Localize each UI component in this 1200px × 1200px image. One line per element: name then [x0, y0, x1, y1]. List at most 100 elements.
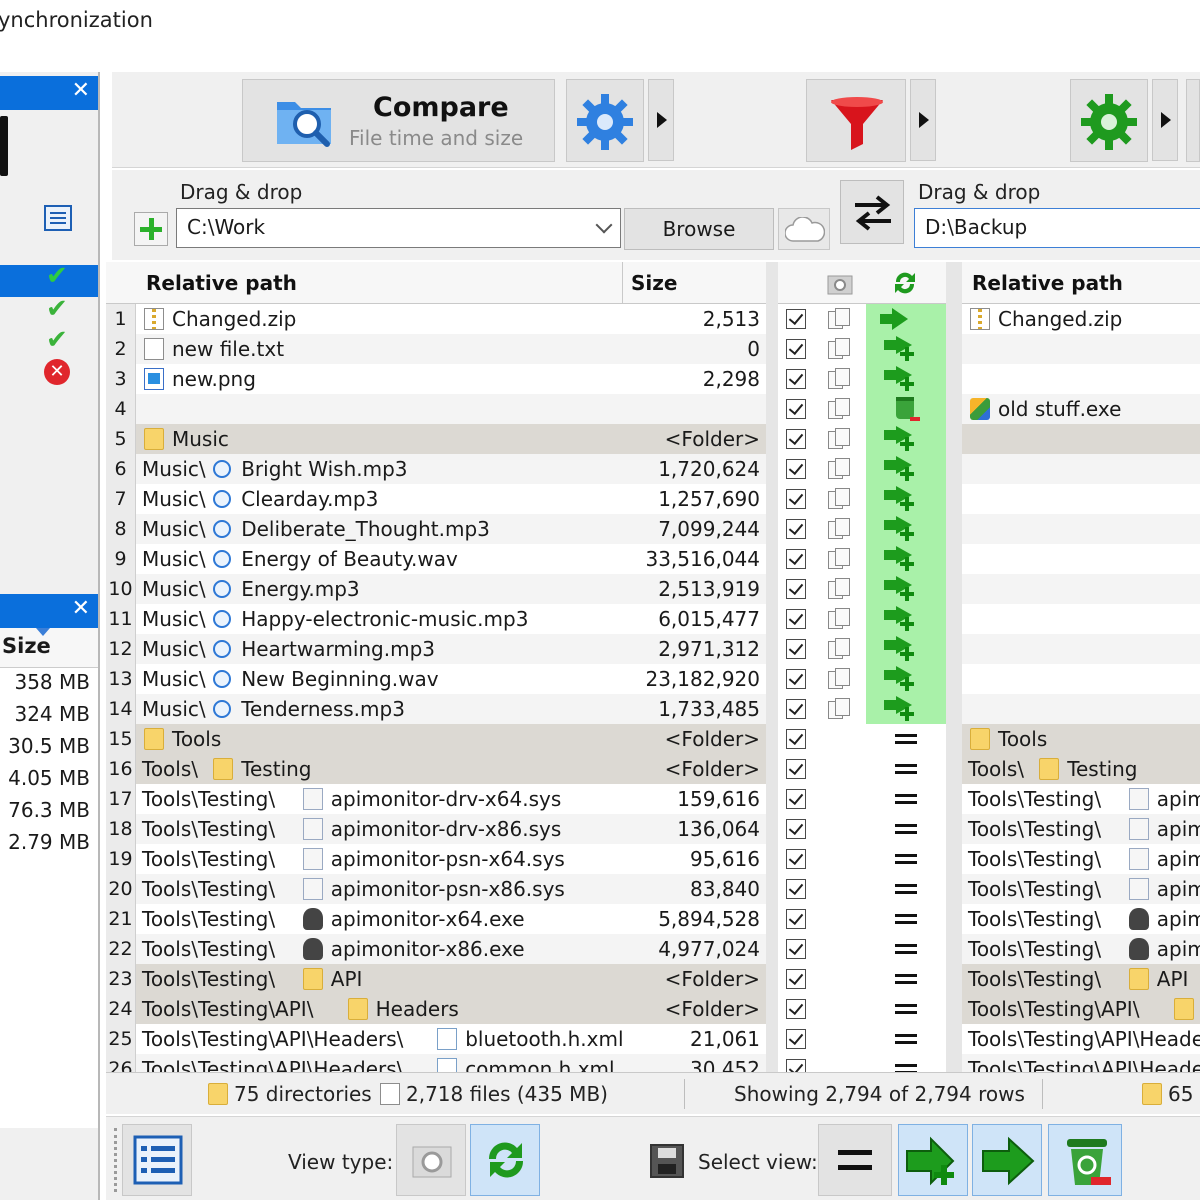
select-delete-button[interactable] — [1048, 1124, 1122, 1196]
sync-action-cell[interactable] — [866, 454, 946, 484]
select-update-button[interactable] — [972, 1124, 1042, 1196]
include-checkbox[interactable] — [786, 339, 806, 359]
table-row[interactable]: Tools — [962, 724, 1200, 754]
table-row[interactable]: Changed.zip — [962, 304, 1200, 334]
table-row[interactable]: 19 Tools\Testing\ apimonitor-psn-x64.sys 95… — [106, 844, 766, 874]
include-checkbox[interactable] — [786, 699, 806, 719]
include-checkbox[interactable] — [786, 549, 806, 569]
include-checkbox[interactable] — [786, 459, 806, 479]
table-row[interactable]: Tools\Testing\ apimo — [962, 784, 1200, 814]
table-row[interactable]: 15 Tools <Folder> — [106, 724, 766, 754]
include-checkbox[interactable] — [786, 669, 806, 689]
table-row[interactable]: Tools\Testing\ apimo — [962, 874, 1200, 904]
table-row[interactable]: 5 Music <Folder> — [106, 424, 766, 454]
table-row[interactable]: Tools\Testing\ apimo — [962, 844, 1200, 874]
include-checkbox[interactable] — [786, 609, 806, 629]
table-row[interactable] — [962, 694, 1200, 724]
sync-action-cell[interactable] — [866, 394, 946, 424]
table-row[interactable]: 8 Music\ Deliberate_Thought.mp3 7,099,244 — [106, 514, 766, 544]
table-row[interactable]: Tools\Testing\ apimo — [962, 934, 1200, 964]
sync-action-cell[interactable] — [866, 724, 946, 754]
include-checkbox[interactable] — [786, 909, 806, 929]
include-checkbox[interactable] — [786, 309, 806, 329]
view-config-button[interactable] — [122, 1124, 192, 1196]
table-row[interactable] — [962, 454, 1200, 484]
table-row[interactable]: 4 — [106, 394, 766, 424]
table-row[interactable] — [962, 424, 1200, 454]
include-checkbox[interactable] — [786, 369, 806, 389]
select-equal-button[interactable] — [818, 1124, 892, 1196]
compare-dropdown-button[interactable] — [648, 79, 674, 161]
include-checkbox[interactable] — [786, 1029, 806, 1049]
swap-sides-button[interactable] — [840, 180, 904, 244]
table-row[interactable]: 10 Music\ Energy.mp3 2,513,919 — [106, 574, 766, 604]
size-column-header[interactable]: Size — [0, 628, 98, 668]
include-checkbox[interactable] — [786, 759, 806, 779]
include-checkbox[interactable] — [786, 789, 806, 809]
compare-settings-button[interactable] — [566, 79, 644, 162]
list-view-icon[interactable] — [44, 205, 72, 231]
table-row[interactable]: 11 Music\ Happy-electronic-music.mp3 6,015,… — [106, 604, 766, 634]
table-row[interactable]: Tools\ Testing — [962, 754, 1200, 784]
table-row[interactable]: 1 Changed.zip 2,513 — [106, 304, 766, 334]
table-row[interactable] — [962, 364, 1200, 394]
cloud-button[interactable] — [778, 208, 830, 250]
sync-action-cell[interactable] — [866, 364, 946, 394]
column-header-relative-path-right[interactable]: Relative path — [972, 271, 1123, 295]
table-row[interactable]: 20 Tools\Testing\ apimonitor-psn-x86.sys 83… — [106, 874, 766, 904]
table-row[interactable]: 25 Tools\Testing\API\Headers\ bluetooth.h.… — [106, 1024, 766, 1054]
table-row[interactable]: old stuff.exe — [962, 394, 1200, 424]
close-icon[interactable]: ✕ — [72, 596, 90, 621]
compare-button[interactable]: Compare File time and size — [242, 79, 555, 162]
left-folder-input[interactable]: C:\Work — [176, 208, 621, 248]
include-checkbox[interactable] — [786, 729, 806, 749]
sync-action-cell[interactable] — [866, 964, 946, 994]
table-row[interactable]: 16 Tools\ Testing <Folder> — [106, 754, 766, 784]
sync-action-cell[interactable] — [866, 1024, 946, 1054]
table-row[interactable]: 14 Music\ Tenderness.mp3 1,733,485 — [106, 694, 766, 724]
sync-button[interactable] — [1186, 79, 1200, 162]
sync-action-cell[interactable] — [866, 604, 946, 634]
sync-action-cell[interactable] — [866, 784, 946, 814]
table-row[interactable] — [962, 574, 1200, 604]
table-row[interactable]: Tools\Testing\ apimo — [962, 904, 1200, 934]
compare-category-icon[interactable] — [826, 270, 854, 296]
chevron-down-icon[interactable] — [595, 216, 613, 234]
sync-action-cell[interactable] — [866, 934, 946, 964]
table-row[interactable] — [962, 544, 1200, 574]
include-checkbox[interactable] — [786, 399, 806, 419]
sync-settings-button[interactable] — [1070, 79, 1148, 162]
include-checkbox[interactable] — [786, 879, 806, 899]
table-row[interactable]: 21 Tools\Testing\ apimonitor-x64.exe 5,894,… — [106, 904, 766, 934]
sync-action-cell[interactable] — [866, 484, 946, 514]
sync-action-cell[interactable] — [866, 754, 946, 784]
selected-config-row[interactable]: ✔ — [0, 261, 98, 297]
table-row[interactable]: 3 new.png 2,298 — [106, 364, 766, 394]
sync-direction-icon[interactable] — [890, 268, 920, 298]
include-checkbox[interactable] — [786, 849, 806, 869]
column-header-relative-path[interactable]: Relative path — [146, 271, 297, 295]
include-checkbox[interactable] — [786, 429, 806, 449]
sync-action-cell[interactable] — [866, 304, 946, 334]
save-icon[interactable] — [650, 1144, 684, 1178]
table-row[interactable] — [962, 664, 1200, 694]
sync-action-cell[interactable] — [866, 814, 946, 844]
sync-action-cell[interactable] — [866, 664, 946, 694]
table-row[interactable]: 12 Music\ Heartwarming.mp3 2,971,312 — [106, 634, 766, 664]
view-category-button[interactable] — [396, 1124, 466, 1196]
right-grid-splitter[interactable] — [946, 262, 962, 1072]
include-checkbox[interactable] — [786, 639, 806, 659]
include-checkbox[interactable] — [786, 969, 806, 989]
table-row[interactable]: 23 Tools\Testing\ API <Folder> — [106, 964, 766, 994]
include-checkbox[interactable] — [786, 519, 806, 539]
sync-action-cell[interactable] — [866, 574, 946, 604]
sync-action-cell[interactable] — [866, 424, 946, 454]
column-header-size[interactable]: Size — [631, 271, 677, 295]
include-checkbox[interactable] — [786, 999, 806, 1019]
table-row[interactable]: Tools\Testing\ API — [962, 964, 1200, 994]
sync-action-cell[interactable] — [866, 994, 946, 1024]
table-row[interactable]: 13 Music\ New Beginning.wav 23,182,920 — [106, 664, 766, 694]
table-row[interactable] — [962, 484, 1200, 514]
right-folder-input[interactable]: D:\Backup — [914, 208, 1200, 248]
browse-button[interactable]: Browse — [624, 208, 774, 250]
